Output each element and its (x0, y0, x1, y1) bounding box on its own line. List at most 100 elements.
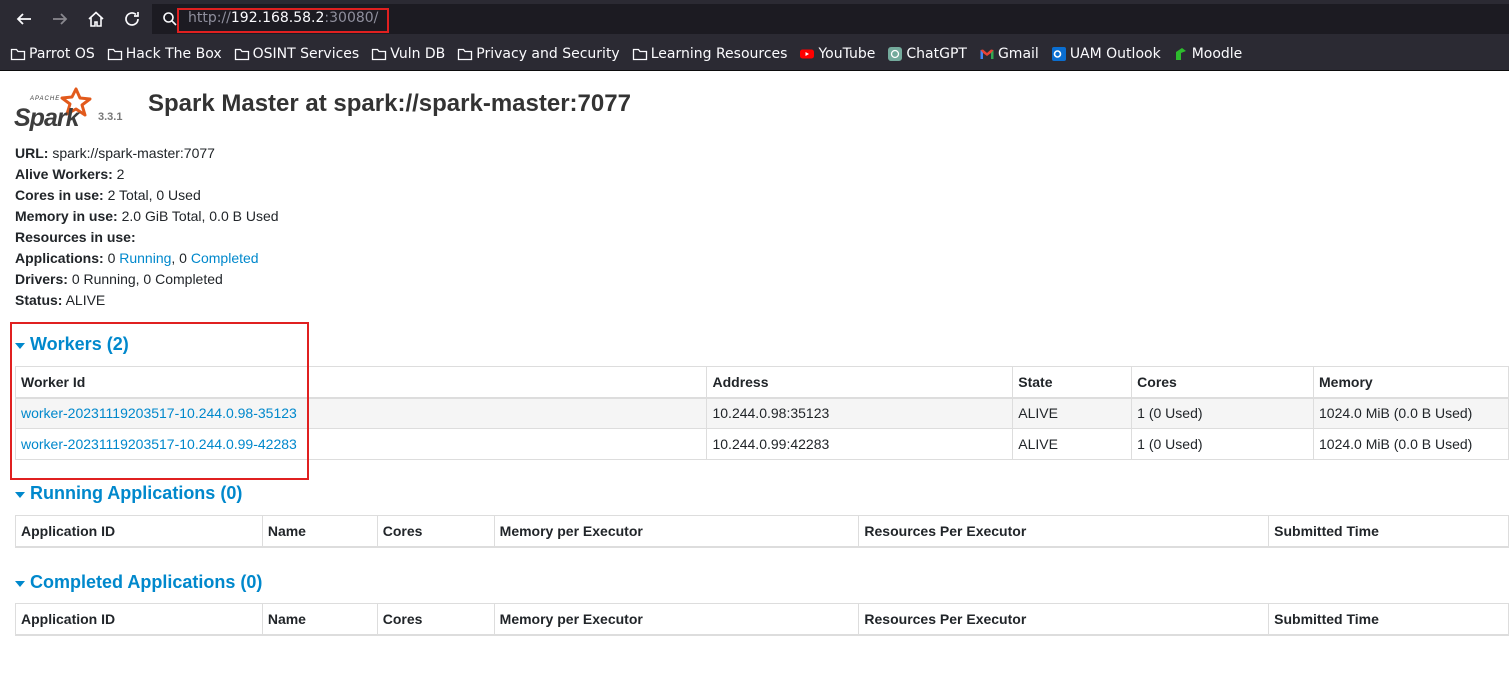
bookmark-chatgpt[interactable]: ChatGPT (887, 46, 967, 62)
completed-apps-heading: Completed Applications (0) (30, 572, 263, 592)
summary-label: Memory in use: (15, 208, 118, 224)
bookmark-label: UAM Outlook (1069, 46, 1161, 62)
folder-icon (371, 46, 387, 62)
summary-label: Resources in use: (15, 229, 136, 245)
worker-state-cell: ALIVE (1012, 428, 1133, 460)
column-header[interactable]: Resources Per Executor (858, 515, 1270, 548)
bookmark-hack-the-box[interactable]: Hack The Box (107, 46, 222, 62)
spark-logo-graphic: APACHE Spark (14, 87, 92, 132)
workers-highlight-box (10, 322, 309, 480)
summary-url: URL: spark://spark-master:7077 (15, 143, 279, 164)
completed-apps-section-toggle[interactable]: Completed Applications (0) (15, 572, 262, 593)
summary-value: 0 (107, 250, 116, 266)
column-header[interactable]: Address (706, 366, 1014, 399)
bookmarks-bar: Parrot OS Hack The Box OSINT Services Vu… (0, 38, 1509, 71)
bookmark-label: YouTube (818, 46, 876, 62)
bookmark-vuln-db[interactable]: Vuln DB (371, 46, 445, 62)
summary-value: , 0 (171, 250, 187, 266)
column-header[interactable]: Memory per Executor (493, 603, 860, 636)
summary-value: ALIVE (65, 292, 106, 308)
column-header[interactable]: Name (261, 603, 378, 636)
bookmark-moodle[interactable]: Moodle (1173, 46, 1243, 62)
summary-value: 0 Running, 0 Completed (71, 271, 223, 287)
bookmark-gmail[interactable]: Gmail (979, 46, 1039, 62)
column-header[interactable]: Memory (1313, 366, 1509, 399)
bookmark-learning-resources[interactable]: Learning Resources (632, 46, 788, 62)
bookmark-label: Privacy and Security (476, 46, 620, 62)
column-header[interactable]: Cores (376, 515, 495, 548)
spark-version: 3.3.1 (98, 111, 123, 123)
youtube-icon (799, 46, 815, 62)
table-header-row: Application ID Name Cores Memory per Exe… (15, 603, 1509, 636)
summary-value: spark://spark-master:7077 (52, 145, 215, 161)
bookmark-privacy-and-security[interactable]: Privacy and Security (457, 46, 620, 62)
search-icon (163, 12, 177, 26)
worker-cores-cell: 1 (0 Used) (1131, 397, 1315, 429)
worker-address-cell: 10.244.0.99:42283 (706, 428, 1014, 460)
page-title: Spark Master at spark://spark-master:707… (148, 90, 631, 117)
running-apps-section-toggle[interactable]: Running Applications (0) (15, 483, 242, 504)
outlook-icon (1051, 46, 1067, 62)
bookmark-label: ChatGPT (906, 46, 967, 62)
summary-value: 2 Total, 0 Used (107, 187, 201, 203)
folder-icon (457, 46, 473, 62)
worker-memory-cell: 1024.0 MiB (0.0 B Used) (1313, 397, 1509, 429)
url-text[interactable]: http://192.168.58.2:30080/ (188, 10, 378, 26)
bookmark-label: Vuln DB (390, 46, 446, 62)
home-button[interactable] (78, 0, 114, 38)
worker-state-cell: ALIVE (1012, 397, 1133, 429)
running-apps-link[interactable]: Running (119, 250, 171, 266)
column-header[interactable]: Submitted Time (1268, 515, 1509, 548)
running-apps-heading: Running Applications (0) (30, 483, 243, 503)
bookmark-osint-services[interactable]: OSINT Services (234, 46, 360, 62)
forward-arrow-icon (53, 13, 68, 25)
summary-label: Cores in use: (15, 187, 104, 203)
reload-icon (125, 12, 139, 26)
completed-apps-link[interactable]: Completed (191, 250, 259, 266)
bookmark-label: Moodle (1191, 46, 1243, 62)
worker-address-cell: 10.244.0.98:35123 (706, 397, 1014, 429)
reload-button[interactable] (114, 0, 150, 38)
url-host: 192.168.58.2 (230, 10, 325, 26)
summary-drivers: Drivers: 0 Running, 0 Completed (15, 269, 279, 290)
bookmark-label: Hack The Box (125, 46, 222, 62)
column-header[interactable]: Cores (376, 603, 495, 636)
bookmark-label: OSINT Services (252, 46, 360, 62)
summary-cores: Cores in use: 2 Total, 0 Used (15, 185, 279, 206)
master-summary: URL: spark://spark-master:7077 Alive Wor… (15, 143, 279, 311)
folder-icon (107, 46, 123, 62)
summary-applications: Applications: 0 Running, 0 Completed (15, 248, 279, 269)
column-header[interactable]: Cores (1131, 366, 1315, 399)
running-apps-table: Application ID Name Cores Memory per Exe… (15, 515, 1509, 548)
bookmark-parrot-os[interactable]: Parrot OS (10, 46, 95, 62)
bookmark-youtube[interactable]: YouTube (799, 46, 875, 62)
spark-logo[interactable]: APACHE Spark (14, 83, 114, 135)
column-header[interactable]: State (1012, 366, 1133, 399)
column-header[interactable]: Resources Per Executor (858, 603, 1270, 636)
column-header[interactable]: Submitted Time (1268, 603, 1509, 636)
column-header[interactable]: Name (261, 515, 378, 548)
summary-status: Status: ALIVE (15, 290, 279, 311)
summary-resources: Resources in use: (15, 227, 279, 248)
back-arrow-icon (16, 13, 31, 25)
url-port: :30080/ (324, 10, 379, 26)
home-icon (88, 11, 104, 27)
address-bar[interactable]: http://192.168.58.2:30080/ (152, 4, 1509, 34)
bookmark-label: Learning Resources (650, 46, 788, 62)
worker-memory-cell: 1024.0 MiB (0.0 B Used) (1313, 428, 1509, 460)
folder-icon (234, 46, 250, 62)
summary-label: Applications: (15, 250, 104, 266)
bookmark-label: Gmail (997, 46, 1039, 62)
svg-text:APACHE: APACHE (29, 96, 60, 102)
forward-button[interactable] (42, 0, 78, 38)
bookmark-uam-outlook[interactable]: UAM Outlook (1051, 46, 1161, 62)
column-header[interactable]: Application ID (15, 603, 263, 636)
completed-apps-table: Application ID Name Cores Memory per Exe… (15, 603, 1509, 636)
column-header[interactable]: Memory per Executor (493, 515, 860, 548)
column-header[interactable]: Application ID (15, 515, 263, 548)
caret-down-icon (15, 491, 25, 498)
page-content: APACHE Spark 3.3.1 Spark Master at spark… (0, 71, 1509, 695)
back-button[interactable] (6, 0, 42, 38)
svg-text:Spark: Spark (14, 104, 81, 132)
summary-value: 2.0 GiB Total, 0.0 B Used (121, 208, 279, 224)
